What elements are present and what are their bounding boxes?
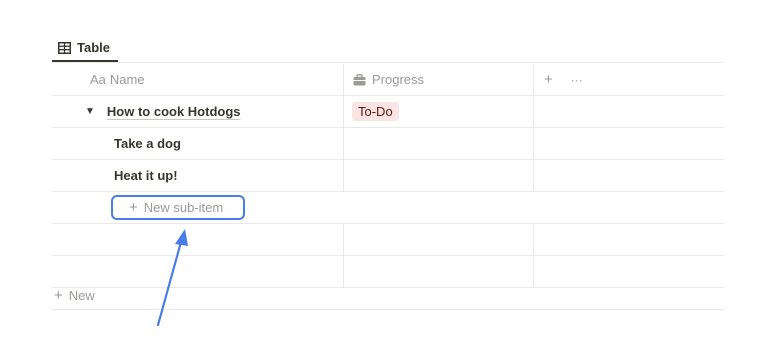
empty-cell	[534, 128, 724, 159]
name-cell[interactable]: Take a dog	[52, 128, 344, 159]
empty-cell	[534, 224, 724, 255]
new-row-label: New	[68, 288, 95, 303]
briefcase-icon	[353, 73, 366, 85]
empty-cell	[534, 96, 724, 127]
tab-table-label: Table	[77, 40, 110, 55]
table-row[interactable]: Heat it up!	[52, 160, 724, 192]
table-icon	[58, 41, 71, 54]
row-name[interactable]: How to cook Hotdogs	[107, 104, 241, 119]
empty-cell[interactable]	[52, 224, 344, 255]
column-header-name-label: Name	[109, 72, 145, 87]
plus-icon: +	[54, 287, 63, 304]
column-header-progress[interactable]: Progress	[344, 64, 534, 95]
table-header: Aa Name Progress + ···	[52, 64, 724, 96]
toggle-triangle-icon[interactable]: ▼	[85, 106, 95, 117]
table-row-empty[interactable]	[52, 224, 724, 256]
table-row[interactable]: ▼ How to cook Hotdogs To-Do	[52, 96, 724, 128]
progress-cell[interactable]: To-Do	[344, 96, 534, 127]
view-tabs: Table	[52, 34, 724, 63]
add-property-button[interactable]: +	[544, 71, 553, 88]
name-cell[interactable]: ▼ How to cook Hotdogs	[52, 96, 344, 127]
tab-table[interactable]: Table	[58, 34, 110, 61]
active-tab-underline	[52, 60, 118, 62]
plus-icon: +	[129, 199, 138, 216]
new-sub-item-label: New sub-item	[143, 200, 224, 215]
status-tag: To-Do	[352, 102, 399, 121]
sub-item-name[interactable]: Take a dog	[114, 136, 181, 151]
progress-cell[interactable]	[344, 128, 534, 159]
empty-cell[interactable]	[344, 224, 534, 255]
empty-cell	[534, 160, 724, 191]
table-row[interactable]: Take a dog	[52, 128, 724, 160]
name-cell[interactable]: Heat it up!	[52, 160, 344, 191]
text-type-icon: Aa	[90, 72, 106, 87]
more-options-button[interactable]: ···	[571, 73, 583, 87]
new-sub-item-row: + New sub-item	[52, 192, 724, 224]
column-header-progress-label: Progress	[372, 72, 425, 87]
database-table: Aa Name Progress + ··· ▼ How to cook Hot…	[52, 64, 724, 288]
new-row-button[interactable]: + New	[52, 282, 724, 310]
column-header-actions: + ···	[534, 64, 724, 95]
column-header-name[interactable]: Aa Name	[52, 64, 344, 95]
new-sub-item-button[interactable]: + New sub-item	[111, 195, 245, 220]
progress-cell[interactable]	[344, 160, 534, 191]
sub-item-name[interactable]: Heat it up!	[114, 168, 178, 183]
